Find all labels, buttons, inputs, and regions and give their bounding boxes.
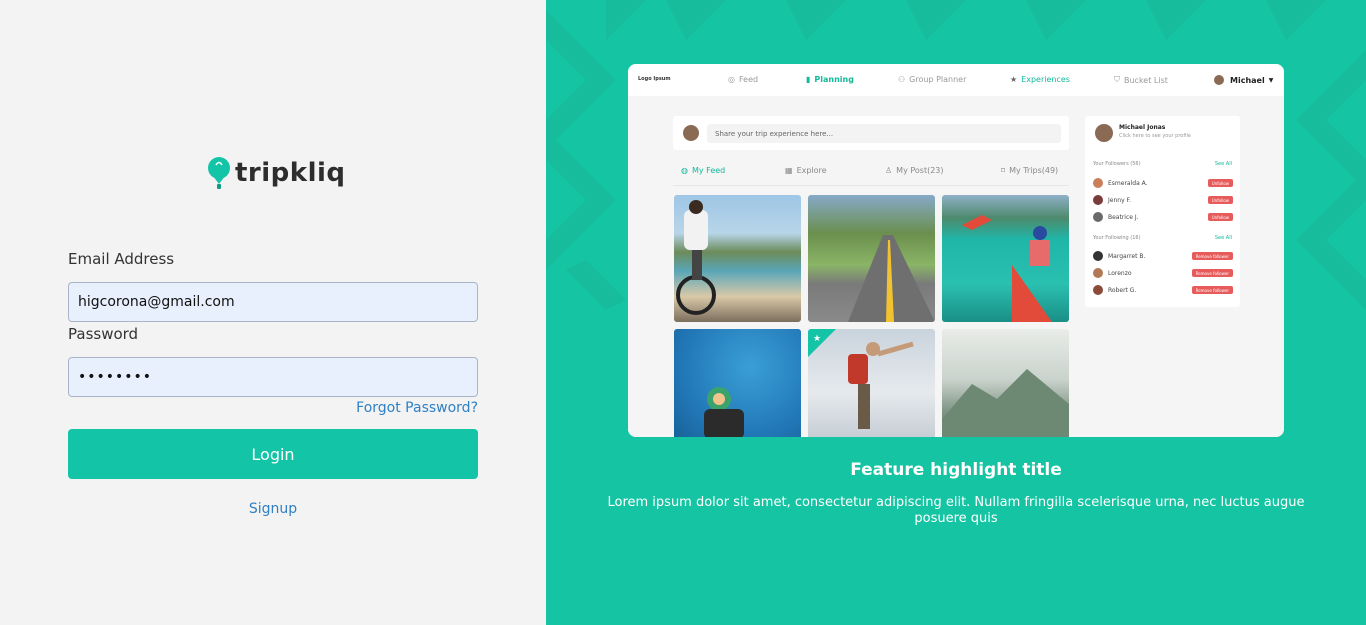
avatar bbox=[1095, 124, 1113, 142]
brand-name: tripkliq bbox=[235, 158, 346, 188]
feed-photo-road bbox=[808, 195, 935, 322]
preview-tab-my-post: ♙ My Post(23) bbox=[885, 166, 944, 175]
follower-row: Esmeralda A. Unfollow bbox=[1093, 177, 1233, 189]
preview-share-box: Share your trip experience here... bbox=[673, 116, 1069, 150]
grid-icon: ▦ bbox=[785, 166, 793, 175]
feed-photo-cyclist bbox=[674, 195, 801, 322]
password-label: Password bbox=[68, 325, 139, 343]
avatar bbox=[1093, 195, 1103, 205]
preview-nav-group-planner: ⚇ Group Planner bbox=[898, 75, 967, 84]
following-row: Lorenzo Remove follower bbox=[1093, 267, 1233, 279]
preview-top-nav: Logo Ipsum ◎ Feed ▮ Planning ⚇ Group Planne… bbox=[628, 64, 1284, 96]
feature-panel: Logo Ipsum ◎ Feed ▮ Planning ⚇ Group Planne… bbox=[546, 0, 1366, 625]
preview-sidebar: Michael Jonas Click here to see your pro… bbox=[1085, 116, 1240, 307]
mountains-graphic bbox=[942, 369, 1069, 437]
globe-icon: ◍ bbox=[681, 166, 688, 175]
cyclist-figure bbox=[676, 200, 716, 315]
avatar bbox=[1093, 285, 1103, 295]
book-icon: ▮ bbox=[806, 75, 811, 84]
followers-title: Your Followers (56) bbox=[1093, 161, 1141, 167]
remove-follower-button: Remove follower bbox=[1191, 269, 1233, 277]
preview-tab-explore: ▦ Explore bbox=[785, 166, 827, 175]
signup-link[interactable]: Signup bbox=[68, 501, 478, 517]
email-field[interactable]: higcorona@gmail.com bbox=[68, 282, 478, 322]
email-label: Email Address bbox=[68, 250, 175, 268]
kayak-graphic bbox=[962, 215, 1052, 322]
forgot-password-link[interactable]: Forgot Password? bbox=[0, 400, 478, 416]
avatar bbox=[1093, 251, 1103, 261]
feed-photo-paraglider bbox=[674, 329, 801, 437]
preview-user-menu: Michael ▼ bbox=[1214, 75, 1273, 85]
bucket-icon: ⛉ bbox=[1114, 75, 1120, 84]
unfollow-button: Unfollow bbox=[1207, 213, 1233, 221]
preview-nav-bucket-list: ⛉ Bucket List bbox=[1114, 75, 1168, 85]
user-icon: ♙ bbox=[885, 166, 893, 175]
avatar bbox=[683, 125, 699, 141]
followers-see-all: See All bbox=[1214, 161, 1232, 167]
preview-tab-my-trips: ⌑ My Trips(49) bbox=[1001, 166, 1059, 175]
password-field[interactable]: •••••••• bbox=[68, 357, 478, 397]
compass-icon: ◎ bbox=[728, 75, 735, 84]
chevron-down-icon: ▼ bbox=[1268, 76, 1274, 84]
unfollow-button: Unfollow bbox=[1207, 179, 1233, 187]
avatar bbox=[1093, 178, 1103, 188]
follower-row: Beatrice J. Unfollow bbox=[1093, 211, 1233, 223]
login-button[interactable]: Login bbox=[68, 429, 478, 479]
svg-text:★: ★ bbox=[813, 334, 821, 344]
following-row: Robert G. Remove follower bbox=[1093, 284, 1233, 296]
following-title: Your Following (16) bbox=[1093, 235, 1141, 241]
bookmark-icon: ⌑ bbox=[1001, 166, 1006, 175]
jumper-graphic: ★ bbox=[808, 329, 914, 429]
feature-description: Lorem ipsum dolor sit amet, consectetur … bbox=[607, 495, 1305, 526]
feed-photo-kayak bbox=[942, 195, 1069, 322]
avatar bbox=[1214, 75, 1224, 85]
balloon-logo-icon bbox=[208, 157, 230, 189]
unfollow-button: Unfollow bbox=[1207, 196, 1233, 204]
following-see-all: See All bbox=[1214, 235, 1232, 241]
preview-nav-planning: ▮ Planning bbox=[806, 75, 854, 84]
remove-follower-button: Remove follower bbox=[1191, 252, 1233, 260]
remove-follower-button: Remove follower bbox=[1191, 286, 1233, 294]
star-icon: ★ bbox=[1010, 75, 1018, 84]
feed-photo-jumper: ★ bbox=[808, 329, 935, 437]
avatar bbox=[1093, 212, 1103, 222]
feed-photo-mountains bbox=[942, 329, 1069, 437]
app-preview-screenshot: Logo Ipsum ◎ Feed ▮ Planning ⚇ Group Planne… bbox=[628, 64, 1284, 437]
preview-body: Share your trip experience here... ◍ My F… bbox=[628, 96, 1284, 437]
login-panel: tripkliq Email Address higcorona@gmail.c… bbox=[0, 0, 546, 625]
profile-subtitle: Click here to see your profile bbox=[1119, 133, 1191, 139]
preview-tab-my-feed: ◍ My Feed bbox=[681, 166, 726, 175]
preview-feed-tabs: ◍ My Feed ▦ Explore ♙ My Post(23) ⌑ My Trips… bbox=[673, 158, 1069, 186]
avatar bbox=[1093, 268, 1103, 278]
preview-share-input: Share your trip experience here... bbox=[707, 124, 1061, 143]
preview-logo: Logo Ipsum bbox=[638, 76, 671, 82]
road-graphic bbox=[848, 235, 935, 322]
profile-name: Michael Jonas bbox=[1119, 124, 1166, 131]
paraglider-graphic bbox=[704, 387, 744, 437]
preview-nav-experiences: ★ Experiences bbox=[1010, 75, 1070, 84]
following-row: Margarret B. Remove follower bbox=[1093, 250, 1233, 262]
feature-title: Feature highlight title bbox=[850, 460, 1062, 480]
group-icon: ⚇ bbox=[898, 75, 906, 84]
brand-logo: tripkliq bbox=[207, 156, 346, 190]
follower-row: Jenny F. Unfollow bbox=[1093, 194, 1233, 206]
preview-nav-feed: ◎ Feed bbox=[728, 75, 759, 84]
